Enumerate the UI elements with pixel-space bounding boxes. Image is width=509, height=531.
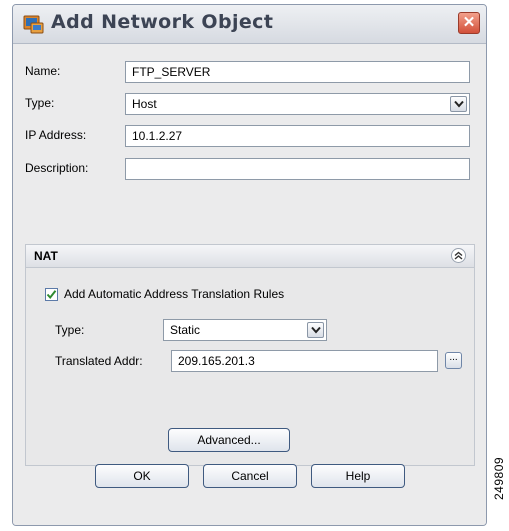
name-value: FTP_SERVER (132, 65, 211, 79)
cancel-button[interactable]: Cancel (203, 464, 297, 488)
translated-addr-value: 209.165.201.3 (178, 354, 255, 368)
browse-button[interactable]: ... (445, 352, 462, 369)
ip-address-value: 10.1.2.27 (132, 129, 183, 143)
nat-type-label: Type: (55, 323, 85, 337)
chevron-down-icon[interactable] (307, 322, 324, 338)
add-network-object-dialog: Add Network Object ✕ Name: FTP_SERVER Ty… (12, 4, 487, 526)
chevron-down-icon[interactable] (450, 96, 467, 112)
ip-address-input[interactable]: 10.1.2.27 (125, 125, 470, 147)
dialog-body: Name: FTP_SERVER Type: Host IP Address: … (13, 44, 486, 525)
type-select[interactable]: Host (125, 93, 470, 115)
translated-addr-input[interactable]: 209.165.201.3 (171, 350, 438, 372)
figure-id: 249809 (492, 456, 506, 500)
close-icon: ✕ (462, 14, 476, 31)
description-input[interactable] (125, 158, 470, 180)
nat-panel: NAT Add Automatic Address Translation Ru… (25, 244, 475, 466)
type-value: Host (132, 97, 157, 111)
nat-header[interactable]: NAT (26, 245, 474, 268)
close-button[interactable]: ✕ (458, 12, 480, 34)
name-label: Name: (25, 64, 61, 78)
description-label: Description: (25, 161, 89, 175)
title-bar[interactable]: Add Network Object ✕ (13, 5, 486, 44)
auto-nat-checkbox[interactable] (45, 288, 58, 301)
ok-button[interactable]: OK (95, 464, 189, 488)
collapse-icon[interactable] (451, 248, 466, 263)
type-label: Type: (25, 96, 55, 110)
nat-type-value: Static (170, 323, 201, 337)
dialog-title: Add Network Object (51, 11, 274, 33)
ip-address-label: IP Address: (25, 128, 87, 142)
translated-addr-label: Translated Addr: (55, 354, 143, 368)
name-input[interactable]: FTP_SERVER (125, 61, 470, 83)
help-button[interactable]: Help (311, 464, 405, 488)
advanced-button[interactable]: Advanced... (168, 428, 290, 452)
nat-title: NAT (34, 249, 58, 263)
nat-type-select[interactable]: Static (163, 319, 327, 341)
check-icon (46, 290, 57, 300)
network-object-icon (23, 14, 45, 34)
auto-nat-label: Add Automatic Address Translation Rules (64, 287, 285, 301)
